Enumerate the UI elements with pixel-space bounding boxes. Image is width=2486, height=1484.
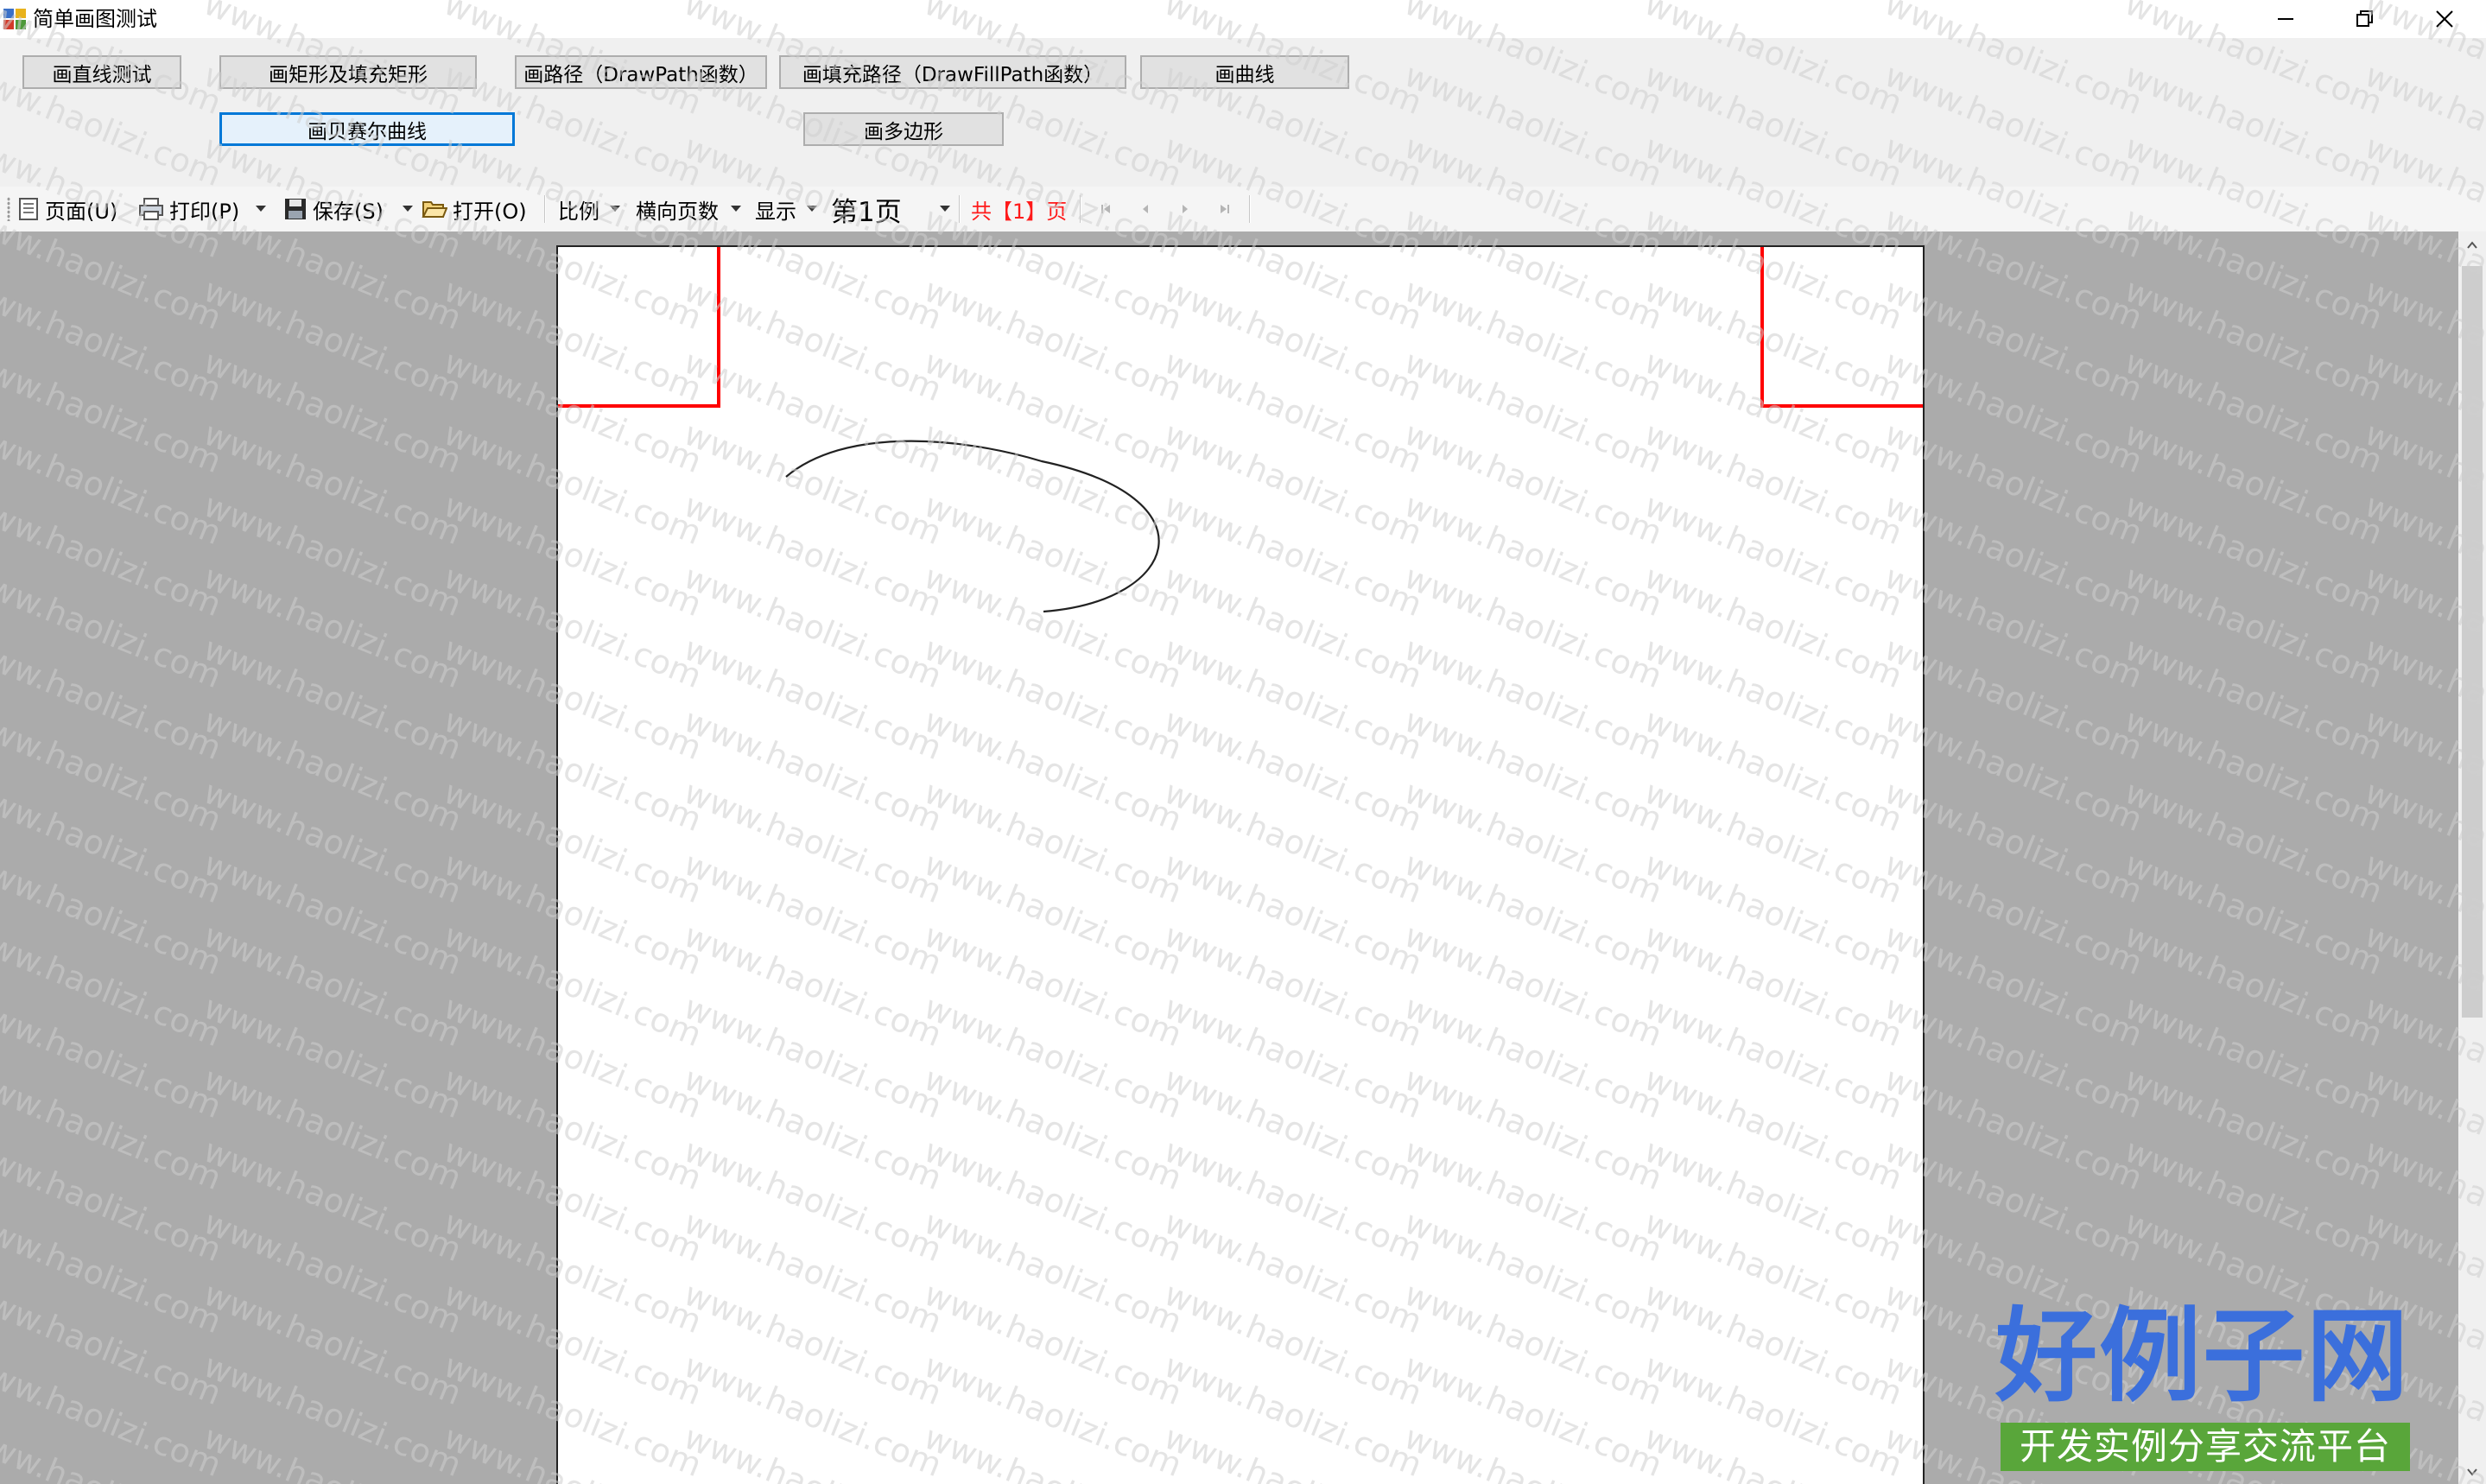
draw-rectangle-button[interactable]: 画矩形及填充矩形: [219, 55, 477, 89]
minimize-button[interactable]: [2246, 0, 2325, 38]
print-button[interactable]: 打印(P): [138, 193, 239, 225]
scroll-up-icon[interactable]: [2465, 238, 2479, 252]
first-page-icon: [1101, 205, 1110, 213]
horizontal-pages-dropdown[interactable]: 横向页数: [636, 193, 719, 225]
app-icon: [3, 9, 26, 29]
draw-path-button[interactable]: 画路径（DrawPath函数）: [515, 55, 767, 89]
title-bar: 简单画图测试: [0, 0, 2486, 38]
scroll-down-icon[interactable]: [2465, 1465, 2479, 1479]
preview-toolbar: 页面(U) 打印(P) 保存(S) 打开(O) 比例 横向页数 显示 第1页 共…: [0, 187, 2486, 232]
next-page-icon: [1183, 205, 1188, 213]
horizontal-pages-dropdown-icon[interactable]: [731, 206, 741, 212]
zoom-dropdown-icon[interactable]: [610, 206, 620, 212]
print-label: 打印(P): [169, 199, 240, 224]
draw-polygon-button[interactable]: 画多边形: [803, 112, 1004, 146]
toolbar-separator: [1249, 195, 1251, 223]
toolbar-separator: [1080, 195, 1081, 223]
restore-icon: [2356, 10, 2373, 27]
page-icon: [19, 198, 38, 220]
print-dropdown-icon[interactable]: [256, 206, 266, 212]
current-page-value: 第1页: [831, 196, 902, 228]
rectangle-shape-left: [558, 247, 720, 408]
first-page-button[interactable]: [1095, 199, 1116, 219]
scrollbar-thumb[interactable]: [2462, 266, 2483, 1018]
page-setup-label: 页面(U): [45, 199, 118, 224]
open-label: 打开(O): [453, 199, 527, 224]
zoom-dropdown[interactable]: 比例: [558, 193, 599, 225]
close-icon: [2436, 10, 2453, 28]
logo-title: 好例子网: [1995, 1296, 2411, 1416]
drawing-canvas: [558, 247, 1923, 613]
vertical-scrollbar[interactable]: [2458, 231, 2486, 1484]
bezier-curve: [785, 440, 1160, 613]
current-page-dropdown-icon[interactable]: [940, 206, 950, 212]
page-setup-button[interactable]: 页面(U): [17, 193, 117, 225]
last-page-icon: [1221, 205, 1229, 213]
rectangle-shape-right: [1760, 247, 1923, 408]
site-logo: 好例子网 开发实例分享交流平台: [1995, 1300, 2410, 1477]
total-pages-label: 共【1】页: [971, 193, 1067, 225]
minimize-icon: [2278, 18, 2293, 20]
total-pages-value: 共【1】页: [971, 199, 1068, 224]
command-panel: 画直线测试 画矩形及填充矩形 画路径（DrawPath函数） 画填充路径（Dra…: [0, 38, 2486, 187]
restore-button[interactable]: [2325, 0, 2405, 38]
open-button[interactable]: 打开(O): [422, 193, 527, 225]
previous-page-button[interactable]: [1135, 199, 1156, 219]
close-button[interactable]: [2405, 0, 2484, 38]
save-label: 保存(S): [313, 199, 384, 224]
display-dropdown[interactable]: 显示: [755, 193, 796, 225]
save-button[interactable]: 保存(S): [283, 193, 384, 225]
folder-open-icon: [422, 201, 447, 218]
save-dropdown-icon[interactable]: [403, 206, 413, 212]
next-page-button[interactable]: [1175, 199, 1195, 219]
draw-line-button[interactable]: 画直线测试: [22, 55, 181, 89]
draw-fill-path-button[interactable]: 画填充路径（DrawFillPath函数）: [779, 55, 1126, 89]
previous-page-icon: [1143, 205, 1148, 213]
horizontal-pages-label: 横向页数: [636, 199, 719, 224]
toolbar-separator: [544, 195, 546, 223]
last-page-button[interactable]: [1214, 199, 1235, 219]
save-icon: [285, 199, 306, 219]
logo-subtitle: 开发实例分享交流平台: [2001, 1423, 2410, 1471]
toolbar-separator: [959, 195, 961, 223]
draw-curve-button[interactable]: 画曲线: [1140, 55, 1349, 89]
preview-page: [556, 245, 1925, 1484]
display-dropdown-icon[interactable]: [807, 206, 817, 212]
printer-icon: [139, 198, 163, 220]
toolbar-grip[interactable]: [7, 197, 10, 221]
draw-bezier-button[interactable]: 画贝赛尔曲线: [219, 112, 515, 146]
window-title: 简单画图测试: [33, 7, 157, 31]
current-page-combo[interactable]: 第1页: [831, 190, 902, 228]
display-label: 显示: [755, 199, 796, 224]
zoom-label: 比例: [558, 199, 599, 224]
